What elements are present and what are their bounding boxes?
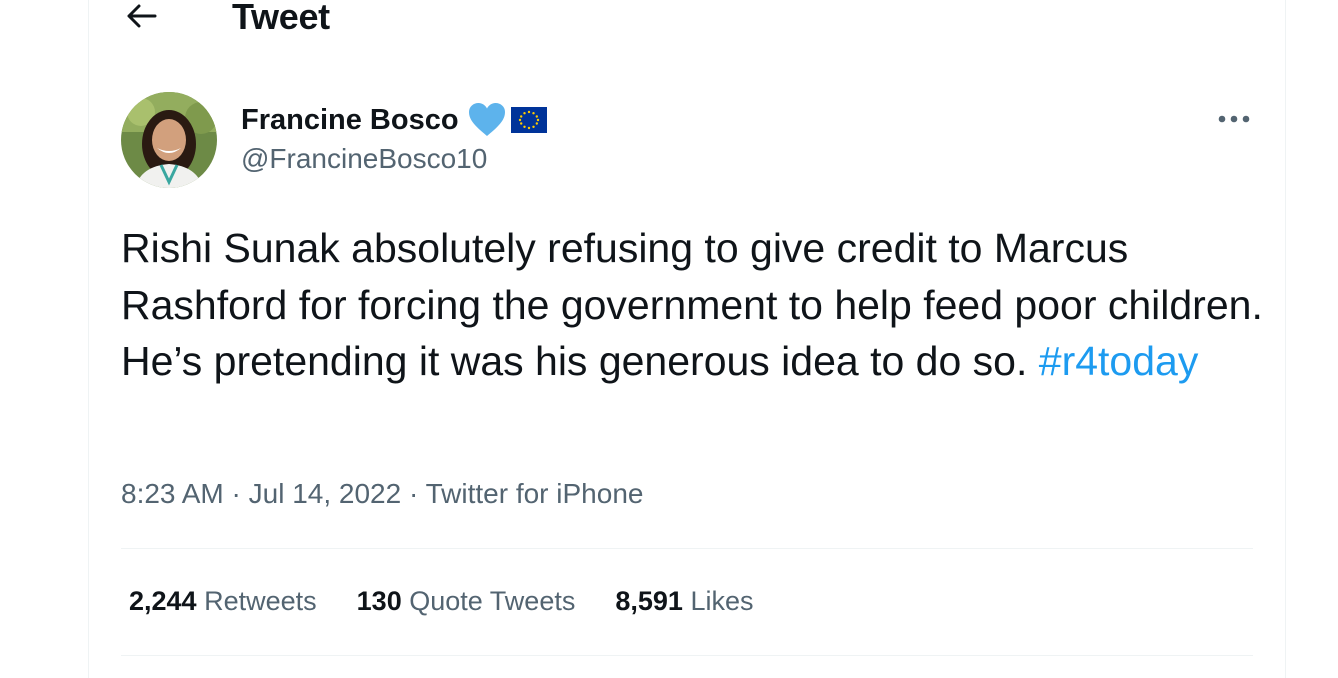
tweet-date[interactable]: Jul 14, 2022: [249, 478, 402, 509]
hashtag-link[interactable]: #r4today: [1039, 338, 1199, 384]
tweet-text: Rishi Sunak absolutely refusing to give …: [121, 220, 1271, 390]
avatar-image: [121, 92, 217, 188]
blue-heart-icon: [468, 103, 505, 136]
arrow-left-icon: [127, 4, 157, 28]
page-title: Tweet: [232, 0, 330, 37]
tweet-meta: 8:23 AM · Jul 14, 2022 · Twitter for iPh…: [121, 478, 643, 510]
more-horizontal-icon: [1218, 115, 1250, 123]
author-name[interactable]: Francine Bosco: [241, 102, 547, 138]
retweets-count: 2,244: [129, 586, 197, 616]
meta-separator-2: ·: [401, 478, 426, 509]
author-name-text: Francine Bosco: [241, 103, 459, 136]
tweet-stats: 2,244 Retweets 130 Quote Tweets 8,591 Li…: [129, 586, 753, 617]
retweets-stat[interactable]: 2,244 Retweets: [129, 586, 317, 617]
quotes-count: 130: [356, 586, 402, 616]
retweets-label: Retweets: [204, 586, 317, 616]
avatar[interactable]: [121, 92, 217, 188]
more-options-button[interactable]: [1212, 104, 1256, 134]
divider-top: [121, 548, 1253, 549]
likes-label: Likes: [690, 586, 754, 616]
tweet-source[interactable]: Twitter for iPhone: [426, 478, 644, 509]
back-button[interactable]: [122, 0, 162, 32]
eu-flag-icon: [510, 107, 547, 133]
profile-badges: [467, 102, 547, 138]
divider-bottom: [121, 655, 1253, 656]
tweet-time[interactable]: 8:23 AM: [121, 478, 224, 509]
quotes-label: Quote Tweets: [409, 586, 576, 616]
quotes-stat[interactable]: 130 Quote Tweets: [357, 586, 576, 617]
meta-separator: ·: [223, 478, 249, 509]
likes-count: 8,591: [615, 586, 683, 616]
author-handle[interactable]: @FrancineBosco10: [241, 143, 487, 175]
likes-stat[interactable]: 8,591 Likes: [615, 586, 753, 617]
